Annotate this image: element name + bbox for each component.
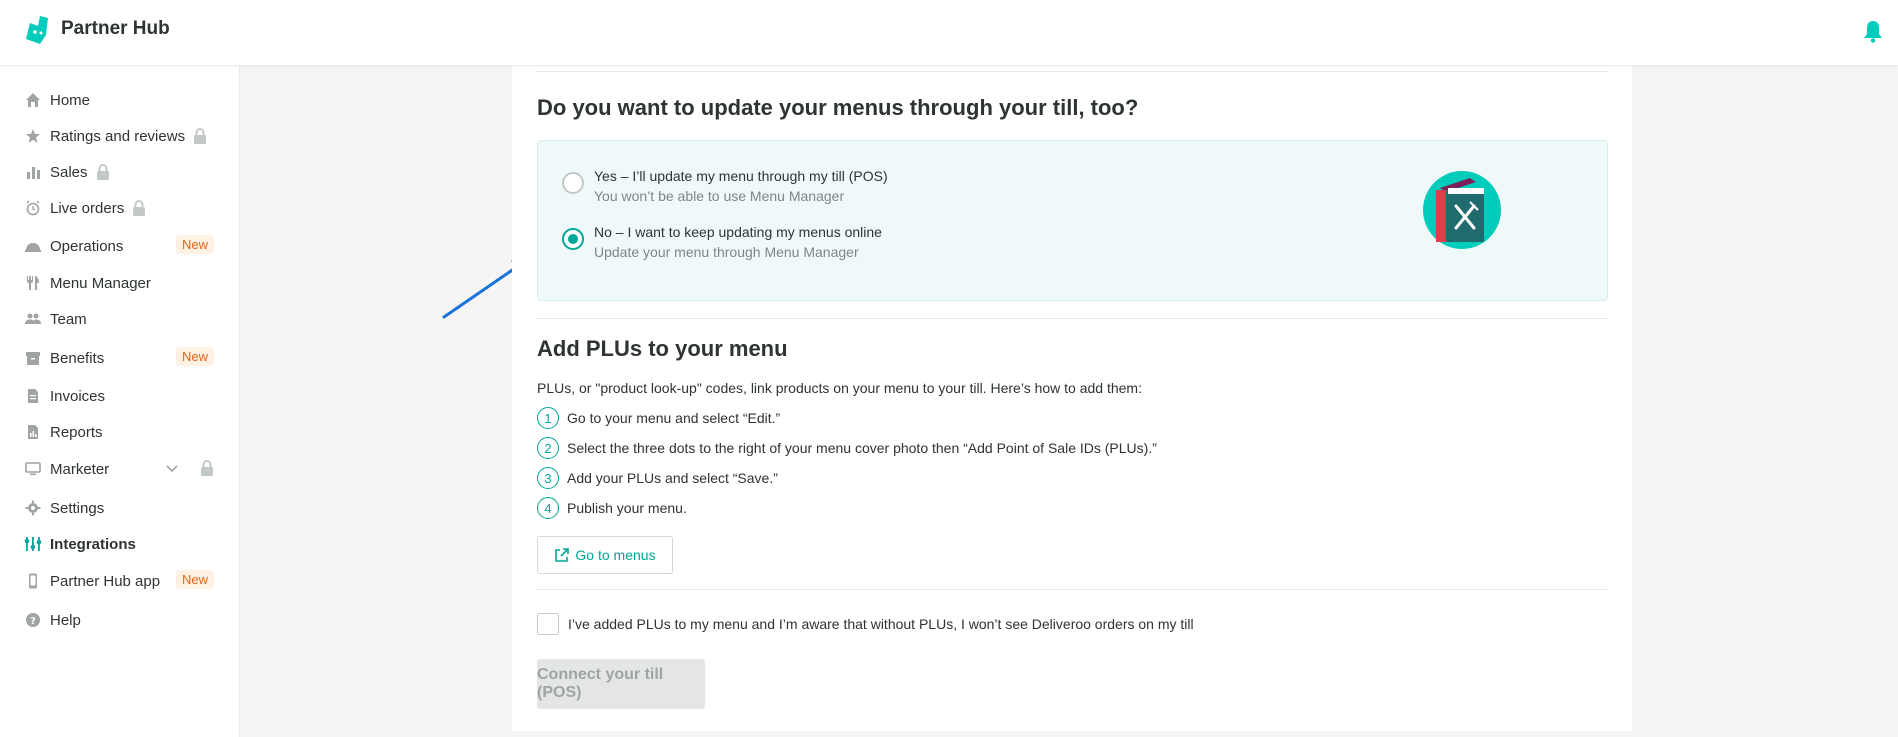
step-item: 4 Publish your menu.	[537, 496, 687, 520]
sidebar-item-label: Reports	[50, 423, 103, 441]
brand-title: Partner Hub	[61, 18, 170, 39]
monitor-icon	[24, 460, 42, 478]
sidebar-item-live-orders[interactable]: Live orders	[24, 195, 224, 221]
radio-update-via-till[interactable]	[562, 172, 584, 194]
sidebar-item-label: Team	[50, 310, 87, 328]
alarm-clock-icon	[24, 199, 42, 217]
new-badge: New	[176, 570, 215, 589]
help-icon: ?	[24, 611, 42, 629]
step-number: 1	[537, 407, 559, 429]
option-subtitle: Update your menu through Menu Manager	[594, 244, 859, 260]
report-icon	[24, 423, 42, 441]
lock-icon	[133, 200, 146, 216]
go-to-menus-button[interactable]: Go to menus	[537, 536, 673, 574]
chevron-down-icon[interactable]	[165, 461, 179, 475]
option-subtitle: You won’t be able to use Menu Manager	[594, 188, 845, 204]
menu-book-illustration	[1423, 171, 1501, 249]
external-link-icon	[555, 547, 570, 562]
integration-panel: Do you want to update your menus through…	[512, 66, 1632, 731]
divider	[536, 71, 1608, 72]
step-text: Go to your menu and select “Edit.”	[567, 410, 781, 426]
new-badge: New	[176, 347, 215, 366]
sidebar-item-partner-hub-app[interactable]: Partner Hub app New	[24, 568, 224, 594]
sidebar-item-label: Partner Hub app	[50, 572, 161, 590]
step-text: Publish your menu.	[567, 500, 687, 516]
cutlery-icon	[24, 274, 42, 292]
option-title: Yes – I’ll update my menu through my til…	[594, 168, 888, 184]
deliveroo-logo-icon[interactable]	[22, 15, 50, 45]
step-item: 2 Select the three dots to the right of …	[537, 436, 1157, 460]
sidebar-item-label: Benefits	[50, 349, 105, 367]
divider	[536, 589, 1608, 590]
sidebar-item-home[interactable]: Home	[24, 87, 224, 113]
lock-icon	[201, 460, 213, 476]
sidebar-item-reports[interactable]: Reports	[24, 419, 224, 445]
sidebar-item-marketer[interactable]: Marketer	[24, 456, 224, 482]
sidebar-item-sales[interactable]: Sales	[24, 159, 224, 185]
menu-update-title: Do you want to update your menus through…	[537, 95, 1139, 120]
sidebar-item-label: Menu Manager	[50, 274, 151, 292]
bar-chart-icon	[24, 163, 42, 181]
document-icon	[24, 387, 42, 405]
sidebar-item-label: Help	[50, 611, 81, 629]
phone-icon	[24, 572, 42, 590]
step-number: 3	[537, 467, 559, 489]
plu-confirm-label[interactable]: I’ve added PLUs to my menu and I’m aware…	[568, 616, 1194, 632]
archive-icon	[24, 349, 42, 367]
add-plus-title: Add PLUs to your menu	[537, 336, 788, 361]
sidebar-item-operations[interactable]: Operations New	[24, 233, 224, 259]
sidebar-item-help[interactable]: ? Help	[24, 607, 224, 633]
people-icon	[24, 310, 42, 328]
radio-update-online[interactable]	[562, 228, 584, 250]
sliders-icon	[24, 535, 42, 553]
step-item: 1 Go to your menu and select “Edit.”	[537, 406, 780, 430]
sidebar-item-ratings[interactable]: Ratings and reviews	[24, 123, 224, 149]
top-bar: Partner Hub	[0, 0, 1898, 66]
sidebar-item-label: Operations	[50, 237, 124, 255]
step-number: 2	[537, 437, 559, 459]
plu-confirm-checkbox[interactable]	[537, 613, 559, 635]
svg-text:?: ?	[30, 616, 36, 627]
sidebar-item-label: Ratings and reviews	[50, 127, 186, 145]
sidebar-item-label: Settings	[50, 499, 105, 517]
sidebar-item-label: Marketer	[50, 460, 110, 478]
step-item: 3 Add your PLUs and select “Save.”	[537, 466, 778, 490]
gear-icon	[24, 499, 42, 517]
sidebar-item-integrations[interactable]: Integrations	[24, 531, 224, 557]
lock-icon	[96, 164, 109, 180]
go-to-menus-label: Go to menus	[575, 547, 656, 563]
sidebar-item-label: Sales	[50, 163, 88, 181]
sidebar: Home Ratings and reviews Sales Live orde…	[0, 66, 240, 737]
star-icon	[24, 127, 42, 145]
sidebar-item-label: Invoices	[50, 387, 106, 405]
step-number: 4	[537, 497, 559, 519]
step-text: Add your PLUs and select “Save.”	[567, 470, 778, 486]
sidebar-item-settings[interactable]: Settings	[24, 495, 224, 521]
sidebar-item-label: Home	[50, 91, 91, 109]
sidebar-item-menu-manager[interactable]: Menu Manager	[24, 270, 224, 296]
plu-description: PLUs, or "product look-up" codes, link p…	[537, 380, 1142, 396]
connect-till-button[interactable]: Connect your till (POS)	[537, 659, 705, 709]
sidebar-item-invoices[interactable]: Invoices	[24, 383, 224, 409]
new-badge: New	[176, 235, 215, 254]
step-text: Select the three dots to the right of yo…	[567, 440, 1157, 456]
sidebar-item-benefits[interactable]: Benefits New	[24, 345, 224, 371]
sidebar-item-label: Integrations	[50, 535, 136, 553]
menu-update-options: Yes – I’ll update my menu through my til…	[537, 140, 1608, 301]
lock-icon	[194, 128, 207, 144]
option-title: No – I want to keep updating my menus on…	[594, 224, 882, 240]
bell-icon[interactable]	[1862, 19, 1884, 43]
sidebar-item-label: Live orders	[50, 199, 125, 217]
home-icon	[24, 91, 42, 109]
divider	[536, 318, 1608, 319]
sidebar-item-team[interactable]: Team	[24, 306, 224, 332]
cloche-icon	[24, 237, 42, 255]
